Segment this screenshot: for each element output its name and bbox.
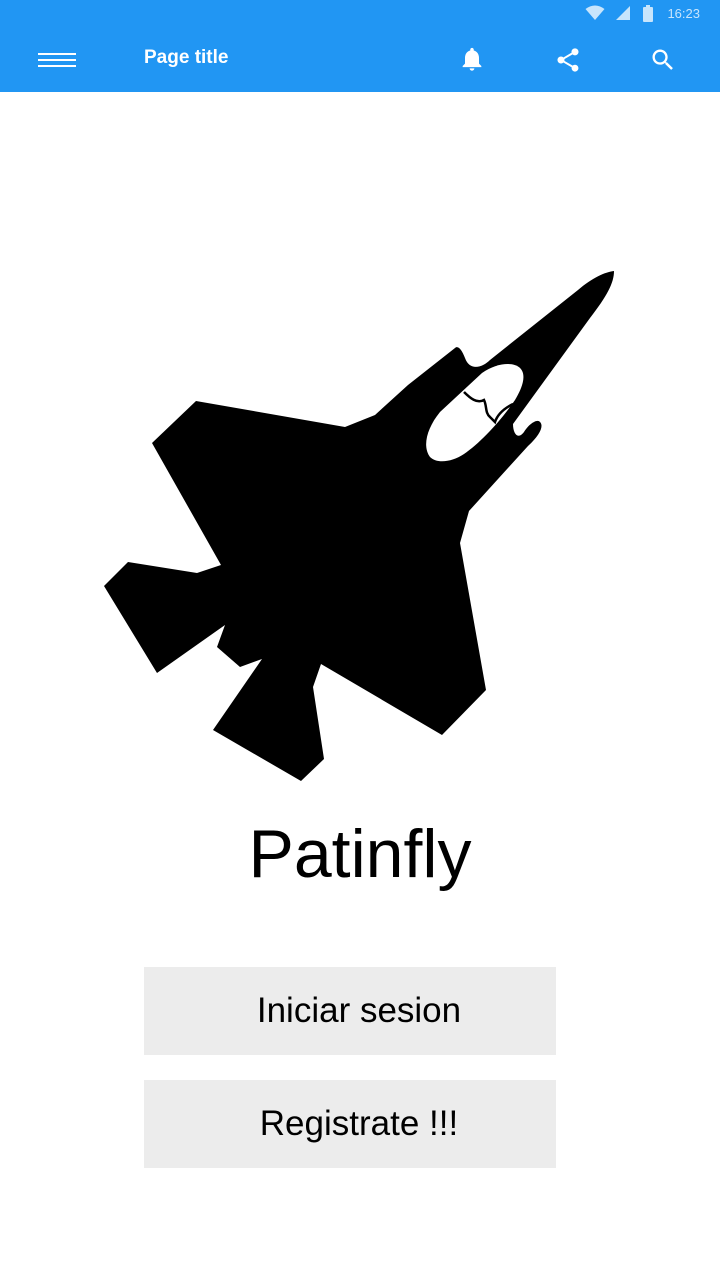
register-button[interactable]: Registrate !!! xyxy=(144,1080,556,1168)
fighter-jet-icon xyxy=(104,271,614,781)
register-button-label: Registrate !!! xyxy=(259,1104,459,1143)
login-button[interactable]: Iniciar sesion xyxy=(144,967,556,1055)
app-bar: 16:23 Page title xyxy=(0,0,720,92)
bell-icon[interactable] xyxy=(458,45,486,73)
login-button-label: Iniciar sesion xyxy=(256,991,462,1030)
search-icon[interactable] xyxy=(649,46,677,74)
battery-icon xyxy=(643,5,653,22)
wifi-icon xyxy=(585,5,605,20)
app-name: Patinfly xyxy=(248,816,472,892)
signal-icon xyxy=(616,6,630,20)
status-time: 16:23 xyxy=(667,6,700,21)
menu-icon[interactable] xyxy=(36,50,78,70)
status-bar: 16:23 xyxy=(0,0,720,28)
share-icon[interactable] xyxy=(554,46,582,74)
page-title: Page title xyxy=(144,47,229,68)
